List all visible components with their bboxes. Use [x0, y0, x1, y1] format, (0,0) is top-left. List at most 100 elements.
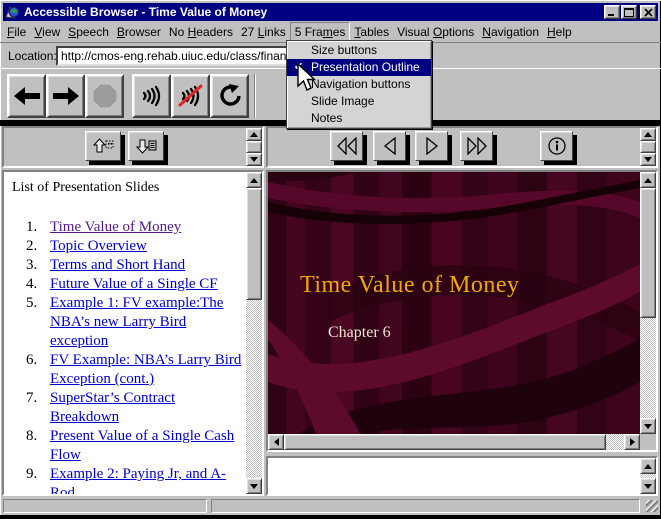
scroll-right-button[interactable] — [624, 434, 640, 450]
slide-link-8[interactable]: Present Value of a Single Cash Flow — [50, 427, 242, 465]
slide-link-1[interactable]: Time Value of Money — [50, 218, 242, 237]
slide-link-7[interactable]: SuperStar’s Contract Breakdown — [50, 389, 242, 427]
slide-image-frame: Time Value of Money Chapter 6 — [266, 170, 658, 452]
notes-frame — [266, 456, 658, 496]
presentation-outline-frame: List of Presentation Slides 1.Time Value… — [2, 170, 264, 496]
scroll-up-button[interactable] — [246, 128, 262, 141]
info-icon — [547, 136, 567, 156]
promote-slide-button[interactable] — [85, 131, 121, 161]
scrollbar-thumb[interactable] — [246, 141, 262, 153]
forward-icon — [52, 85, 80, 107]
status-bar — [0, 498, 661, 515]
list-item: 8.Present Value of a Single Cash Flow — [4, 427, 246, 465]
menu-help[interactable]: Help — [543, 23, 576, 41]
menu-bar: File View Speech Browser No Headers 27 L… — [3, 22, 658, 41]
frames-menu-slide-image[interactable]: Slide Image — [287, 93, 431, 110]
toolbar-separator — [254, 74, 256, 118]
menu-27-links[interactable]: 27 Links — [237, 23, 290, 41]
stop-button[interactable] — [85, 74, 124, 118]
left-arrow-icon — [383, 137, 397, 155]
scrollbar-track[interactable] — [246, 300, 262, 478]
scrollbar-thumb[interactable] — [640, 188, 656, 318]
notes-scrollbar — [640, 458, 656, 494]
menu-no-headers[interactable]: No Headers — [165, 23, 237, 41]
status-panel-right — [211, 499, 640, 513]
scrollbar-thumb[interactable] — [246, 188, 262, 300]
scroll-up-button[interactable] — [246, 172, 262, 188]
back-button[interactable] — [7, 74, 46, 118]
right-arrow-icon — [425, 137, 439, 155]
slide-link-3[interactable]: Terms and Short Hand — [50, 256, 242, 275]
browser-window: Accessible Browser - Time Value of Money… — [0, 0, 661, 519]
scroll-left-button[interactable] — [268, 434, 284, 450]
scrollbar-track[interactable] — [606, 434, 624, 450]
slide-link-4[interactable]: Future Value of a Single CF — [50, 275, 242, 294]
resize-grip[interactable] — [646, 500, 658, 512]
reload-button[interactable] — [210, 74, 249, 118]
scroll-up-button[interactable] — [640, 458, 656, 474]
scroll-down-button[interactable] — [246, 478, 262, 494]
slide-title: Time Value of Money — [300, 272, 520, 299]
menu-5-frames[interactable]: 5 Frames — [290, 22, 351, 42]
title-bar[interactable]: Accessible Browser - Time Value of Money — [3, 3, 658, 21]
list-item: 3.Terms and Short Hand — [4, 256, 246, 275]
slide-image: Time Value of Money Chapter 6 — [268, 172, 640, 434]
location-label: Location: — [8, 49, 57, 63]
scrollbar-thumb[interactable] — [640, 141, 656, 153]
scrollbar-track[interactable] — [640, 318, 656, 418]
menu-tables[interactable]: Tables — [350, 23, 393, 41]
nav-frame-scrollbar — [640, 128, 656, 166]
demote-slide-button[interactable] — [128, 131, 164, 161]
menu-view[interactable]: View — [30, 23, 64, 41]
slide-link-2[interactable]: Topic Overview — [50, 237, 242, 256]
scroll-down-button[interactable] — [640, 418, 656, 434]
menu-speech[interactable]: Speech — [64, 23, 113, 41]
next-slide-button[interactable] — [415, 131, 448, 161]
slide-subtitle: Chapter 6 — [328, 324, 391, 342]
speak-button[interactable] — [132, 74, 171, 118]
app-icon — [5, 4, 21, 20]
status-panel-left — [3, 499, 207, 513]
close-button[interactable] — [640, 5, 656, 19]
list-item: 9.Example 2: Paying Jr, and A-Rod — [4, 465, 246, 494]
maximize-button[interactable] — [621, 5, 637, 19]
last-slide-button[interactable] — [460, 131, 493, 161]
forward-button[interactable] — [46, 74, 85, 118]
double-right-arrow-icon — [467, 137, 487, 155]
frames-menu-notes[interactable]: Notes — [287, 110, 431, 127]
slide-link-9[interactable]: Example 2: Paying Jr, and A-Rod — [50, 465, 242, 494]
previous-slide-button[interactable] — [373, 131, 406, 161]
navigation-buttons-frame — [266, 126, 658, 168]
menu-visual-options[interactable]: Visual Options — [393, 23, 478, 41]
list-item: 6.FV Example: NBA’s Larry Bird Exception… — [4, 351, 246, 389]
reload-icon — [217, 83, 243, 109]
frames-menu-size-buttons[interactable]: Size buttons — [287, 42, 431, 59]
scrollbar-thumb[interactable] — [284, 434, 606, 450]
location-input[interactable] — [56, 46, 310, 66]
scrollbar-corner — [640, 434, 656, 450]
scroll-down-button[interactable] — [246, 153, 262, 166]
back-icon — [13, 85, 41, 107]
minimize-button[interactable] — [604, 5, 620, 19]
mute-speech-icon — [178, 83, 204, 109]
menu-navigation[interactable]: Navigation — [478, 23, 543, 41]
mouse-cursor — [297, 63, 317, 92]
arrow-up-box-icon — [92, 138, 114, 154]
slide-link-5[interactable]: Example 1: FV example:The NBA’s new Larr… — [50, 294, 242, 351]
scroll-down-button[interactable] — [640, 478, 656, 494]
list-heading: List of Presentation Slides — [12, 180, 159, 196]
outline-scrollbar — [246, 172, 262, 494]
menu-file[interactable]: File — [3, 23, 30, 41]
list-item: 5.Example 1: FV example:The NBA’s new La… — [4, 294, 246, 351]
mute-speech-button[interactable] — [171, 74, 210, 118]
double-left-arrow-icon — [337, 137, 357, 155]
scroll-up-button[interactable] — [640, 172, 656, 188]
list-item: 1.Time Value of Money — [4, 218, 246, 237]
menu-browser[interactable]: Browser — [113, 23, 165, 41]
info-button[interactable] — [540, 131, 573, 161]
slide-background-art — [268, 172, 640, 434]
slide-link-6[interactable]: FV Example: NBA’s Larry Bird Exception (… — [50, 351, 242, 389]
scroll-up-button[interactable] — [640, 128, 656, 141]
first-slide-button[interactable] — [330, 131, 363, 161]
scroll-down-button[interactable] — [640, 153, 656, 166]
